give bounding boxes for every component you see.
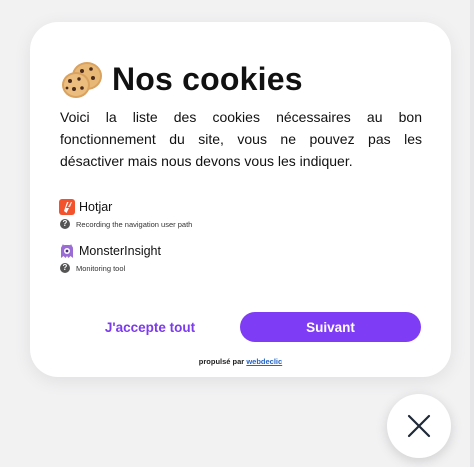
- cookie-description: Recording the navigation user path: [76, 219, 193, 229]
- cookie-item-header: MonsterInsight: [59, 242, 419, 260]
- cookie-item-hotjar: Hotjar ? Recording the navigation user p…: [59, 198, 419, 230]
- cookie-list: Hotjar ? Recording the navigation user p…: [59, 198, 419, 286]
- hotjar-logo-icon: [59, 199, 75, 215]
- monsterinsight-logo-icon: [61, 244, 73, 258]
- next-button[interactable]: Suivant: [240, 312, 421, 342]
- scrollbar-track: [470, 0, 474, 467]
- powered-by-label: propulsé par: [198, 357, 245, 366]
- modal-actions: J'accepte tout Suivant: [60, 312, 422, 342]
- cookie-icon: [62, 62, 102, 98]
- cookie-consent-modal: Nos cookies Voici la liste des cookies n…: [30, 22, 451, 377]
- accept-all-button[interactable]: J'accepte tout: [60, 312, 240, 342]
- question-icon[interactable]: ?: [60, 263, 70, 273]
- cookie-name: Hotjar: [79, 200, 113, 214]
- cookie-description: Monitoring tool: [76, 263, 126, 273]
- cookie-item-header: Hotjar: [59, 198, 419, 216]
- cookie-item-monsterinsight: MonsterInsight ? Monitoring tool: [59, 242, 419, 274]
- modal-title: Nos cookies: [112, 60, 303, 97]
- cookie-description-row: ? Recording the navigation user path: [59, 218, 419, 230]
- page: Nos cookies Voici la liste des cookies n…: [0, 0, 474, 467]
- close-button[interactable]: [387, 394, 451, 458]
- modal-header: Nos cookies: [60, 58, 303, 100]
- cookie-description-row: ? Monitoring tool: [59, 262, 419, 274]
- webdeclic-link[interactable]: webdeclic: [246, 357, 282, 366]
- question-icon[interactable]: ?: [60, 219, 70, 229]
- modal-description: Voici la liste des cookies nécessaires a…: [60, 109, 422, 169]
- powered-by: propulsé par webdeclic: [30, 357, 451, 366]
- close-icon: [407, 414, 431, 438]
- cookie-name: MonsterInsight: [79, 244, 161, 258]
